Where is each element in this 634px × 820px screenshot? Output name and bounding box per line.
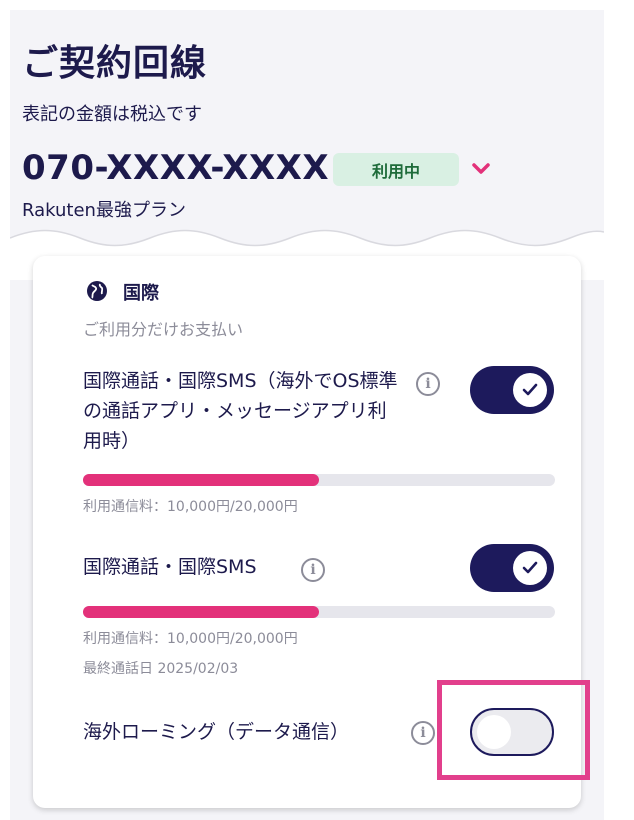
roaming-data-label: 海外ローミング（データ通信） [83,721,350,743]
usage-progress-bar [83,474,555,486]
info-icon[interactable]: i [301,558,325,582]
intl-call-sms-label: 国際通話・国際SMS [83,556,257,578]
last-call-date: 最終通話日 2025/02/03 [83,661,239,677]
page-title: ご契約回線 [22,43,208,84]
highlight-box [437,680,590,780]
info-icon[interactable]: i [416,372,440,396]
usage-text: 利用通信料：10,000円/20,000円 [83,631,298,647]
usage-progress-fill [83,606,319,618]
plan-name: Rakuten最強プラン [22,200,186,221]
info-icon[interactable]: i [411,721,435,745]
intl-call-sms-os-toggle[interactable] [470,366,554,414]
usage-text: 利用通信料：10,000円/20,000円 [83,499,298,515]
check-icon [513,373,547,407]
intl-call-sms-toggle[interactable] [470,544,554,592]
chevron-down-icon[interactable] [470,158,492,180]
section-title: 国際 [123,283,159,304]
phone-number: 070-XXXX-XXXX [22,148,330,188]
tax-note: 表記の金額は税込です [22,104,202,125]
section-subtitle: ご利用分だけお支払い [83,320,244,339]
status-badge: 利用中 [333,153,459,186]
check-icon [513,551,547,585]
usage-progress-fill [83,474,319,486]
intl-call-sms-os-label: 国際通話・国際SMS（海外でOS標準の通話アプリ・メッセージアプリ利用時） [83,370,398,452]
usage-progress-bar [83,606,555,618]
globe-icon [87,281,107,301]
